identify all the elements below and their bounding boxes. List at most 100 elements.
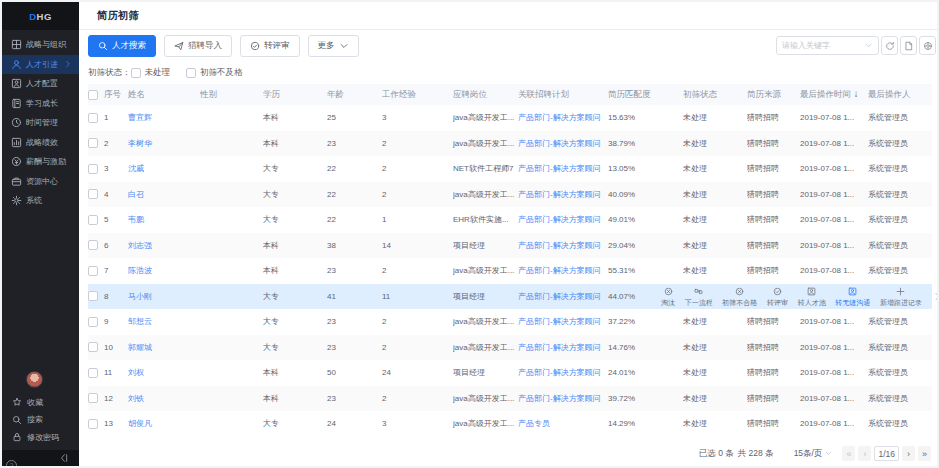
row-checkbox[interactable]: [88, 291, 98, 301]
row-checkbox[interactable]: [88, 317, 98, 327]
row-checkbox[interactable]: [88, 266, 98, 276]
recruit-plan-link[interactable]: 产品部门-解决方案顾问: [518, 367, 608, 378]
candidate-name-link[interactable]: 刘铁: [128, 393, 200, 404]
column-header-年龄[interactable]: 年龄: [327, 89, 382, 101]
sidebar-item-战略与组织[interactable]: 战略与组织: [2, 35, 79, 55]
table-row-9[interactable]: 9邹想云大专232java高级开发工...产品部门-解决方案顾问37.22%未处…: [88, 309, 932, 335]
recruit-plan-link[interactable]: 产品部门-解决方案顾问: [518, 112, 608, 123]
column-settings-button[interactable]: [919, 36, 936, 55]
row-action-转人才池[interactable]: 转人才池: [798, 287, 826, 306]
table-row-2[interactable]: 2李树华本科232java高级开发工...产品部门-解决方案顾问38.79%未处…: [88, 131, 932, 157]
candidate-name-link[interactable]: 胡俊凡: [128, 418, 200, 429]
row-action-淘汰[interactable]: 淘汰: [661, 287, 675, 306]
page-size-select[interactable]: 15条/页: [794, 448, 833, 460]
prev-page-button[interactable]: ‹: [858, 446, 871, 461]
filter-checkbox-未处理[interactable]: 未处理: [131, 67, 171, 79]
recruit-plan-link[interactable]: 产品部门-解决方案顾问: [518, 214, 608, 225]
candidate-name-link[interactable]: 韦鹏: [128, 214, 200, 225]
row-checkbox[interactable]: [88, 215, 98, 225]
next-page-button[interactable]: ›: [902, 446, 915, 461]
table-row-13[interactable]: 13胡俊凡大专243java高级开发工...产品专员14.29%未处理猎聘招聘2…: [88, 411, 932, 437]
row-checkbox[interactable]: [88, 113, 98, 123]
sidebar-item-人才配置[interactable]: 人才配置: [2, 74, 79, 94]
refresh-button[interactable]: [881, 36, 898, 55]
column-header-学历[interactable]: 学历: [263, 89, 327, 101]
sidebar-item-学习成长[interactable]: 学习成长: [2, 94, 79, 114]
column-header-最后操作时间[interactable]: 最后操作时间 ↓: [800, 88, 868, 101]
candidate-name-link[interactable]: 沈威: [128, 163, 200, 174]
toolbar-button-人才搜索[interactable]: 人才搜索: [88, 35, 156, 57]
column-header-序号[interactable]: 序号: [104, 89, 128, 101]
toolbar-button-猎聘导入[interactable]: 猎聘导入: [164, 35, 232, 57]
row-action-新增跟进记录[interactable]: 新增跟进记录: [880, 287, 922, 306]
candidate-name-link[interactable]: 陈浩波: [128, 265, 200, 276]
recruit-plan-link[interactable]: 产品部门-解决方案顾问: [518, 265, 608, 276]
row-checkbox[interactable]: [88, 342, 98, 352]
sidebar-item-人才引进[interactable]: 人才引进: [2, 55, 79, 75]
checkbox[interactable]: [131, 68, 141, 78]
row-checkbox[interactable]: [88, 419, 98, 429]
recruit-plan-link[interactable]: 产品部门-解决方案顾问: [518, 138, 608, 149]
row-action-转无缝沟通[interactable]: 转无缝沟通: [835, 287, 870, 306]
candidate-name-link[interactable]: 郭耀城: [128, 342, 200, 353]
column-header-姓名[interactable]: 姓名: [128, 89, 200, 101]
column-header-性别[interactable]: 性别: [200, 89, 263, 101]
table-row-5[interactable]: 5韦鹏大专221EHR软件实施...产品部门-解决方案顾问49.01%未处理猎聘…: [88, 207, 932, 233]
table-row-3[interactable]: 3沈威大专222NET软件工程师7产品部门-解决方案顾问13.05%未处理猎聘招…: [88, 156, 932, 182]
row-checkbox[interactable]: [88, 240, 98, 250]
help-icon[interactable]: ?: [6, 460, 17, 468]
table-row-12[interactable]: 12刘铁本科232java高级开发工...产品部门-解决方案顾问39.72%未处…: [88, 386, 932, 412]
candidate-name-link[interactable]: 马小刚: [128, 291, 200, 302]
column-header-初筛状态[interactable]: 初筛状态: [683, 89, 747, 101]
last-page-button[interactable]: »: [918, 446, 931, 461]
sidebar-item-战略绩效[interactable]: 战略绩效: [2, 133, 79, 153]
column-header-工作经验[interactable]: 工作经验: [382, 89, 453, 101]
candidate-name-link[interactable]: 邹想云: [128, 316, 200, 327]
table-row-11[interactable]: 11刘权本科5024项目经理产品部门-解决方案顾问24.01%未处理猎聘招聘20…: [88, 360, 932, 386]
sidebar-bottom-修改密码[interactable]: 修改密码: [2, 429, 79, 447]
row-checkbox[interactable]: [88, 393, 98, 403]
row-action-下一流程[interactable]: 下一流程: [685, 287, 713, 306]
column-header-应聘岗位[interactable]: 应聘岗位: [453, 89, 518, 101]
recruit-plan-link[interactable]: 产品部门-解决方案顾问: [518, 189, 608, 200]
keyword-search-input[interactable]: [782, 41, 864, 50]
expand-actions-button[interactable]: [931, 289, 939, 305]
toolbar-button-更多[interactable]: 更多: [308, 35, 359, 57]
sidebar-item-时间管理[interactable]: 时间管理: [2, 113, 79, 133]
table-row-7[interactable]: 7陈浩波本科232java高级开发工...产品部门-解决方案顾问55.31%未处…: [88, 258, 932, 284]
checkbox[interactable]: [186, 68, 196, 78]
column-header-最后操作人[interactable]: 最后操作人: [868, 89, 932, 101]
avatar[interactable]: [26, 371, 43, 388]
candidate-name-link[interactable]: 白召: [128, 189, 200, 200]
candidate-name-link[interactable]: 刘权: [128, 367, 200, 378]
column-header-简历匹配度[interactable]: 简历匹配度: [608, 89, 683, 101]
candidate-name-link[interactable]: 曹宜辉: [128, 112, 200, 123]
keyword-search-box[interactable]: [776, 36, 879, 55]
filter-checkbox-初筛不及格[interactable]: 初筛不及格: [186, 67, 243, 79]
table-row-4[interactable]: 4白召大专222java高级开发工...产品部门-解决方案顾问40.09%未处理…: [88, 182, 932, 208]
recruit-plan-link[interactable]: 产品部门-解决方案顾问: [518, 342, 608, 353]
table-row-6[interactable]: 6刘志强本科3814项目经理产品部门-解决方案顾问29.04%未处理猎聘招聘20…: [88, 233, 932, 259]
recruit-plan-link[interactable]: 产品部门-解决方案顾问: [518, 393, 608, 404]
row-action-转评审[interactable]: 转评审: [767, 287, 788, 306]
sidebar-bottom-搜索[interactable]: 搜索: [2, 411, 79, 429]
column-header-关联招聘计划[interactable]: 关联招聘计划: [518, 89, 608, 101]
select-all-checkbox[interactable]: [88, 90, 98, 100]
recruit-plan-link[interactable]: 产品部门-解决方案顾问: [518, 316, 608, 327]
toolbar-button-转评审[interactable]: 转评审: [240, 35, 300, 57]
sidebar-bottom-收藏[interactable]: 收藏: [2, 394, 79, 412]
table-row-1[interactable]: 1曹宜辉本科253java高级开发工...产品部门-解决方案顾问15.63%未处…: [88, 105, 932, 131]
row-checkbox[interactable]: [88, 189, 98, 199]
recruit-plan-link[interactable]: 产品部门-解决方案顾问: [518, 291, 608, 302]
row-checkbox[interactable]: [88, 138, 98, 148]
row-checkbox[interactable]: [88, 368, 98, 378]
recruit-plan-link[interactable]: 产品专员: [518, 418, 608, 429]
table-row-10[interactable]: 10郭耀城大专232java高级开发工...产品部门-解决方案顾问14.76%未…: [88, 335, 932, 361]
candidate-name-link[interactable]: 刘志强: [128, 240, 200, 251]
column-header-简历来源[interactable]: 简历来源: [747, 89, 800, 101]
sidebar-item-系统[interactable]: 系统: [2, 191, 79, 211]
row-checkbox[interactable]: [88, 164, 98, 174]
sidebar-item-资源中心[interactable]: 资源中心: [2, 172, 79, 192]
sidebar-item-薪酬与激励[interactable]: 薪酬与激励: [2, 152, 79, 172]
first-page-button[interactable]: «: [842, 446, 855, 461]
